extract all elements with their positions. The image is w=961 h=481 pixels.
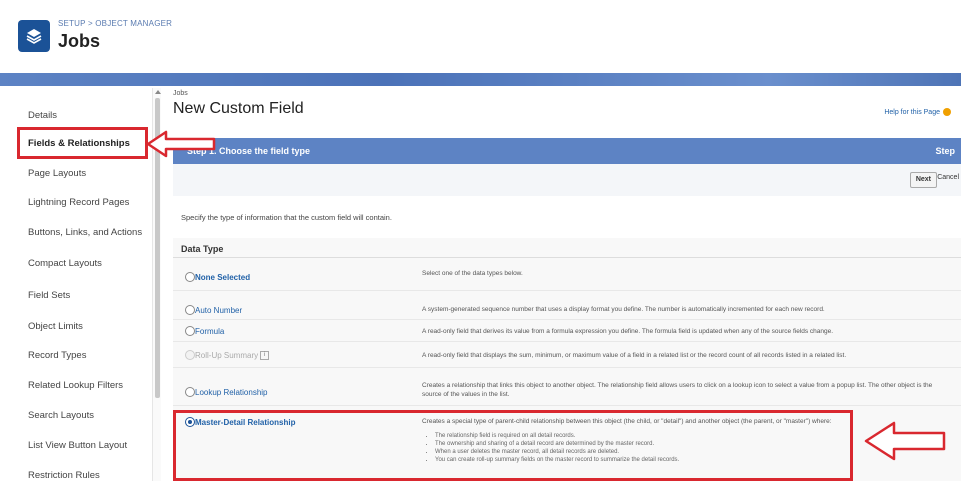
option-desc: Select one of the data types below.	[422, 270, 523, 277]
cancel-button[interactable]: Cancel	[937, 174, 959, 181]
help-link-label[interactable]: Help for this Page	[884, 109, 940, 116]
option-row-roll-up-summary: Roll-Up Summary i A read-only field that …	[173, 342, 961, 368]
info-icon[interactable]: i	[260, 351, 270, 361]
sidebar-item-lightning-record-pages[interactable]: Lightning Record Pages	[28, 197, 148, 208]
data-type-header: Data Type	[173, 238, 961, 258]
page-subtitle: Jobs	[173, 90, 188, 97]
scroll-up-icon[interactable]	[155, 90, 161, 94]
option-desc: Creates a relationship that links this o…	[422, 382, 933, 398]
option-label[interactable]: Formula	[195, 327, 224, 336]
sidebar-item-field-sets[interactable]: Field Sets	[28, 290, 148, 301]
sidebar-item-list-view-button-layout[interactable]: List View Button Layout	[28, 440, 148, 451]
radio-formula[interactable]	[185, 326, 195, 336]
option-label[interactable]: Lookup Relationship	[195, 388, 268, 397]
option-desc: A system-generated sequence number that …	[422, 306, 825, 313]
option-row-auto-number: Auto Number A system-generated sequence …	[173, 298, 961, 320]
button-row: Next Cancel	[173, 164, 961, 196]
sidebar-item-search-layouts[interactable]: Search Layouts	[28, 410, 148, 421]
option-label: Roll-Up Summary i	[195, 351, 270, 361]
header-band	[0, 73, 961, 86]
data-type-heading: Data Type	[181, 244, 224, 254]
radio-auto-number[interactable]	[185, 305, 195, 315]
option-row-formula: Formula A read-only field that derives i…	[173, 320, 961, 342]
option-row-none-selected: None Selected Select one of the data typ…	[173, 259, 961, 291]
master-detail-highlight-box	[173, 410, 853, 481]
arrow-left-annotation-icon	[146, 130, 216, 158]
sidebar-item-buttons-links-actions[interactable]: Buttons, Links, and Actions	[28, 227, 148, 238]
arrow-right-annotation-icon	[864, 421, 946, 461]
sidebar-item-object-limits[interactable]: Object Limits	[28, 321, 148, 332]
sidebar-item-details[interactable]: Details	[28, 110, 148, 121]
step-count: Step	[935, 146, 955, 156]
option-desc: A read-only field that derives its value…	[422, 328, 834, 335]
sidebar-highlight-box	[17, 127, 148, 159]
form-title: New Custom Field	[173, 100, 304, 117]
sidebar-item-record-types[interactable]: Record Types	[28, 350, 148, 361]
sidebar-item-compact-layouts[interactable]: Compact Layouts	[28, 258, 148, 269]
layers-icon	[18, 20, 50, 52]
page-header: SETUP > OBJECT MANAGER Jobs	[0, 0, 961, 72]
sidebar-item-restriction-rules[interactable]: Restriction Rules	[28, 470, 148, 481]
next-button[interactable]: Next	[909, 172, 937, 188]
option-label-text: Roll-Up Summary	[195, 351, 259, 360]
sidebar-item-related-lookup-filters[interactable]: Related Lookup Filters	[28, 380, 148, 391]
radio-lookup-relationship[interactable]	[185, 387, 195, 397]
sidebar-item-page-layouts[interactable]: Page Layouts	[28, 168, 148, 179]
option-label[interactable]: Auto Number	[195, 306, 242, 315]
help-link[interactable]: Help for this Page	[884, 108, 951, 116]
option-label[interactable]: None Selected	[195, 273, 250, 282]
breadcrumb[interactable]: SETUP > OBJECT MANAGER	[58, 19, 172, 28]
instruction-text: Specify the type of information that the…	[181, 213, 392, 222]
page-title: Jobs	[58, 31, 101, 51]
radio-roll-up-summary	[185, 350, 195, 360]
help-icon[interactable]	[943, 108, 951, 116]
step-bar: Step 1. Choose the field type Step	[173, 138, 961, 164]
option-desc: A read-only field that displays the sum,…	[422, 352, 847, 359]
radio-none-selected[interactable]	[185, 272, 195, 282]
option-row-lookup-relationship: Lookup Relationship Creates a relationsh…	[173, 376, 961, 406]
